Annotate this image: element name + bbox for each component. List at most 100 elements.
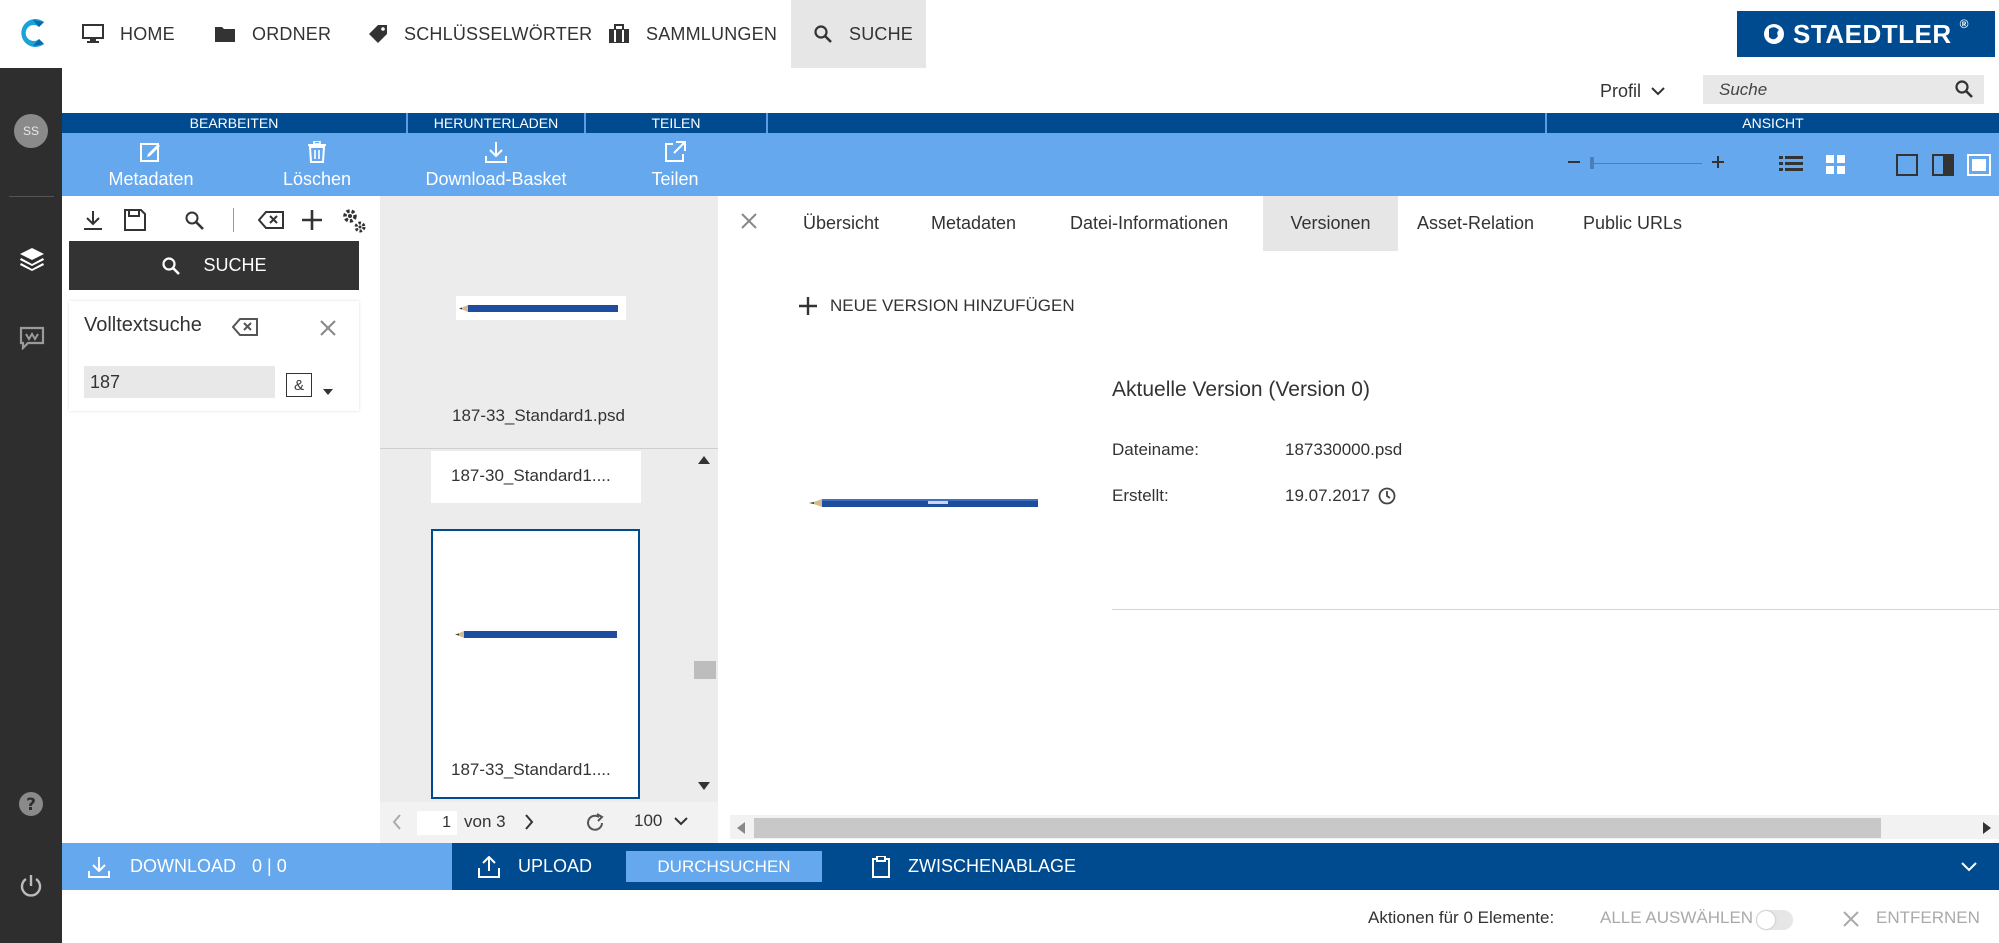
scroll-down-icon[interactable] [698,782,710,790]
plus-icon [798,296,818,316]
clipboard-icon [872,855,890,878]
nav-home-label: HOME [120,23,175,44]
download-count: 0 | 0 [252,856,287,876]
nav-keywords[interactable]: SCHLÜSSELWÖRTER [346,0,614,68]
search-icon[interactable] [1954,79,1974,99]
global-search-placeholder: Suche [1719,79,1768,99]
settings-icon[interactable] [340,207,368,235]
clear-icon[interactable] [232,318,258,336]
fulltext-input[interactable]: 187 [84,366,275,398]
search-icon [161,256,181,276]
download-icon[interactable] [82,209,104,231]
chevron-down-icon[interactable] [1961,862,1977,872]
nav-folder[interactable]: ORDNER [192,0,353,68]
save-icon[interactable] [124,209,146,231]
global-search-input[interactable]: Suche [1703,75,1984,104]
single-panel-icon[interactable] [1896,154,1918,176]
fulltext-input-value: 187 [90,371,121,392]
zoom-out-icon[interactable] [1567,155,1581,169]
tab-versions[interactable]: Versionen [1263,196,1398,251]
asset-caption: 187-33_Standard1.psd [452,406,625,425]
scroll-right-icon[interactable] [1983,822,1991,834]
list-scrollbar-thumb[interactable] [694,661,716,679]
close-icon[interactable] [740,212,758,230]
fulltext-title: Volltextsuche [84,314,202,336]
avatar[interactable]: SS [14,114,48,148]
list-item[interactable]: 187-30_Standard1.... [431,451,641,503]
preview-panel-icon[interactable] [1967,154,1991,176]
brand-registered-mark: ® [1959,17,1969,31]
chevron-right-icon[interactable] [524,814,534,830]
upload-button[interactable]: UPLOAD [478,843,592,890]
search-icon[interactable] [183,209,205,231]
tab-metadata[interactable]: Metadaten [910,196,1037,251]
sidebar-divider [9,196,54,197]
download-icon [88,856,110,878]
nav-search[interactable]: SUCHE [791,0,926,68]
clock-icon [1378,487,1396,505]
layers-icon[interactable] [18,246,46,272]
help-icon[interactable]: ? [17,790,45,818]
scroll-up-icon[interactable] [698,456,710,464]
created-value: 19.07.2017 [1285,486,1371,505]
refresh-icon[interactable] [584,812,606,834]
search-icon [813,24,833,44]
tab-public-urls[interactable]: Public URLs [1562,196,1703,251]
upload-icon [478,855,500,878]
app-logo[interactable] [14,14,50,52]
download-basket-button[interactable]: Download-Basket [420,141,572,190]
add-version-button[interactable]: NEUE VERSION HINZUFÜGEN [798,296,1075,316]
grid-view-icon[interactable] [1826,155,1846,175]
chevron-left-icon[interactable] [392,814,402,830]
browse-button[interactable]: DURCHSUCHEN [626,851,822,882]
zoom-slider-track[interactable] [1590,163,1702,164]
monitor-icon [82,24,104,44]
asset-thumbnail [454,628,619,642]
power-icon[interactable] [18,873,44,899]
share-button[interactable]: Teilen [640,141,710,190]
search-button-label: SUCHE [203,255,267,275]
chevron-down-icon[interactable] [674,816,688,826]
scroll-left-icon[interactable] [737,822,745,834]
close-icon [1843,911,1859,927]
split-panel-icon[interactable] [1932,154,1954,176]
list-view-icon[interactable] [1779,155,1803,173]
tab-asset-relation[interactable]: Asset-Relation [1396,196,1555,251]
section-view: ANSICHT [1742,115,1804,131]
download-tray-button[interactable]: DOWNLOAD 0 | 0 [62,843,452,890]
profile-menu[interactable]: Profil [1600,78,1665,104]
asset-thumbnail[interactable] [456,296,626,320]
clear-icon[interactable] [258,211,284,229]
folder-icon [214,25,236,43]
add-version-label: NEUE VERSION HINZUFÜGEN [830,296,1075,315]
remove-button[interactable]: ENTFERNEN [1876,908,1980,928]
search-button[interactable]: SUCHE [69,241,359,290]
trash-icon [307,141,327,163]
list-divider [380,448,718,449]
select-all-label: ALLE AUSWÄHLEN [1600,908,1754,927]
external-link-icon [664,141,686,163]
add-icon[interactable] [301,209,323,231]
asset-caption: 187-30_Standard1.... [451,466,611,485]
list-item-selected[interactable] [431,529,640,799]
download-icon [485,141,507,163]
delete-button[interactable]: Löschen [274,141,360,190]
zoom-in-icon[interactable] [1711,155,1725,169]
tab-overview[interactable]: Übersicht [782,196,900,251]
actions-count-label: Aktionen für 0 Elemente: [1368,908,1555,927]
asset-caption: 187-33_Standard1.... [451,760,611,779]
caret-down-icon[interactable] [323,389,333,395]
version-preview-image [808,493,1040,513]
horizontal-scrollbar-thumb[interactable] [754,818,1881,838]
nav-home[interactable]: HOME [60,0,197,68]
page-size-select[interactable]: 100 [634,811,662,831]
chat-icon[interactable] [19,326,45,350]
zoom-slider-handle[interactable] [1590,157,1594,169]
clipboard-button[interactable]: ZWISCHENABLAGE [872,843,1076,890]
tab-file-info[interactable]: Datei-Informationen [1049,196,1249,251]
close-icon[interactable] [319,319,337,337]
nav-collections[interactable]: SAMMLUNGEN [586,0,799,68]
operator-select[interactable]: & [286,373,312,397]
metadata-button[interactable]: Metadaten [106,141,196,190]
page-input[interactable]: 1 [417,811,457,835]
